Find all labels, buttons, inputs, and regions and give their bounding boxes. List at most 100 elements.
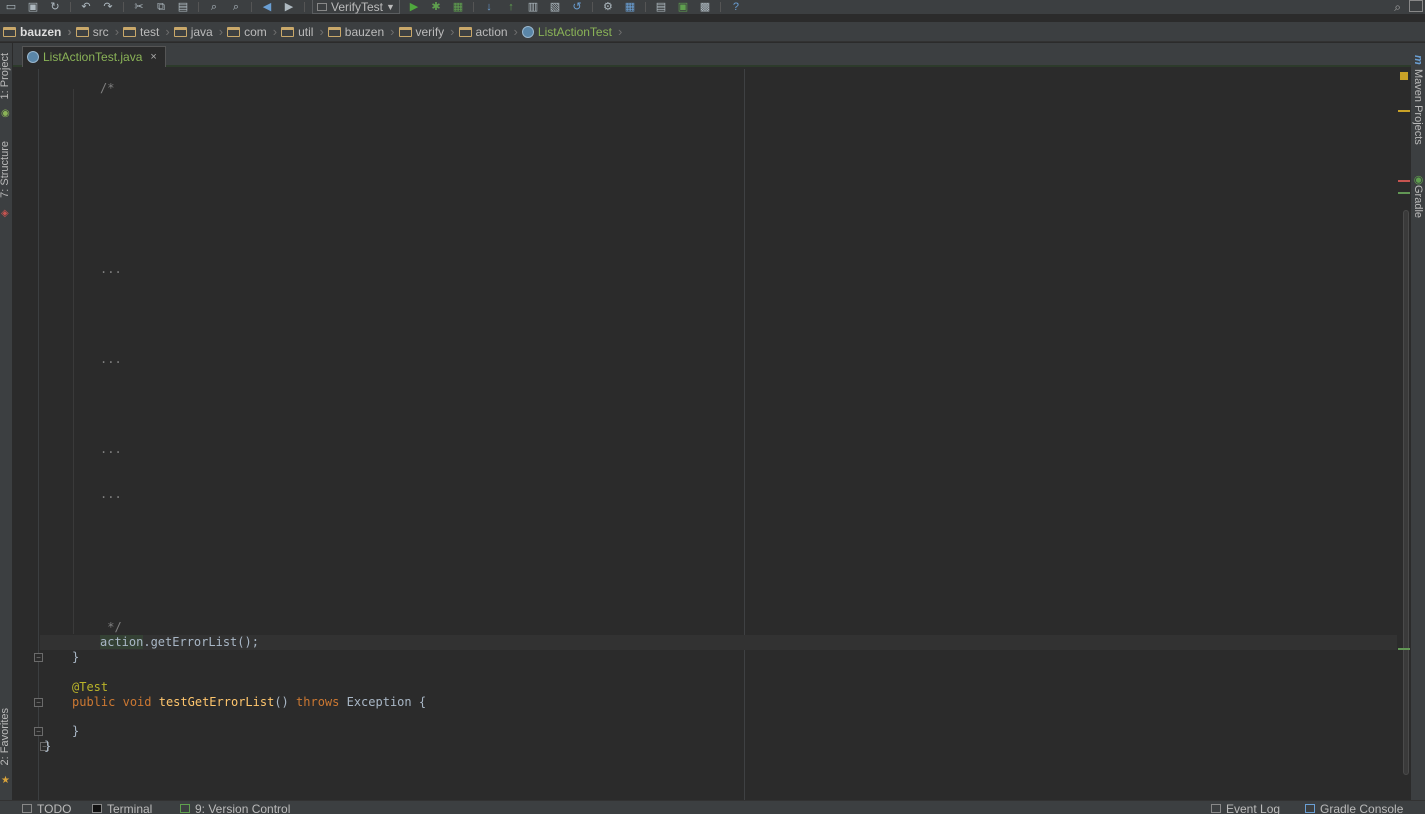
revert-icon[interactable]: ↺: [566, 0, 588, 14]
tool-window-structure[interactable]: 7: Structure: [0, 141, 11, 198]
breadcrumb-item-module[interactable]: bauzen ›: [3, 22, 76, 42]
maven-icon: m: [1412, 55, 1424, 65]
breadcrumb-item-com[interactable]: com ›: [227, 22, 281, 42]
code-annotation: @Test: [72, 680, 109, 694]
tool-window-favorites[interactable]: 2: Favorites: [0, 708, 11, 765]
breadcrumb-item-action[interactable]: action ›: [458, 22, 522, 42]
undo-icon[interactable]: ↶: [75, 0, 97, 14]
search-icon[interactable]: ⌕: [1394, 0, 1401, 14]
vcs-update-icon[interactable]: ↓: [478, 0, 500, 14]
vertical-scrollbar[interactable]: [1403, 210, 1409, 775]
tool-window-version-control[interactable]: 9: Version Control: [180, 802, 290, 814]
indent-guide: [73, 89, 74, 634]
breadcrumb-item-bauzen[interactable]: bauzen ›: [327, 22, 399, 42]
cut-icon[interactable]: ✂: [128, 0, 150, 14]
chevron-right-icon: ›: [114, 24, 120, 39]
code-comment-open: /*: [100, 81, 115, 95]
folder-icon: [173, 26, 187, 37]
folder-icon: [458, 26, 472, 37]
redo-icon[interactable]: ↷: [97, 0, 119, 14]
breadcrumb-item-java[interactable]: java ›: [173, 22, 227, 42]
tool-window-project[interactable]: 1: Project: [0, 53, 11, 99]
forward-icon[interactable]: ▶: [278, 0, 300, 14]
tool-window-label: TODO: [37, 801, 72, 814]
breadcrumb-item-verify[interactable]: verify ›: [398, 22, 459, 42]
vcs-commit-icon[interactable]: ↑: [500, 0, 522, 14]
code-keyword: void: [122, 695, 152, 709]
folder-icon: [123, 26, 137, 37]
tool-window-terminal[interactable]: Terminal: [92, 802, 152, 814]
sdk-icon[interactable]: ▤: [650, 0, 672, 14]
fold-marker-icon[interactable]: −: [34, 727, 43, 736]
chevron-right-icon: ›: [67, 24, 72, 39]
change-marker[interactable]: [1398, 192, 1410, 194]
open-icon[interactable]: ▭: [0, 0, 22, 14]
back-icon[interactable]: ◀: [256, 0, 278, 14]
folder-icon: [281, 26, 295, 37]
code-folded-block[interactable]: ...: [100, 352, 122, 367]
code-folded-block[interactable]: ...: [100, 442, 122, 457]
breadcrumb-label: bauzen: [20, 24, 62, 39]
breadcrumb-label: bauzen: [344, 24, 385, 39]
fold-marker-icon[interactable]: −: [34, 653, 43, 662]
code-params: (): [274, 695, 289, 709]
tool-window-todo[interactable]: TODO: [22, 802, 71, 814]
chevron-right-icon: ›: [513, 24, 518, 39]
tool-window-label: Gradle Console: [1320, 801, 1404, 814]
run-icon[interactable]: ▶: [403, 0, 425, 14]
error-marker-strip[interactable]: [1397, 69, 1411, 800]
editor-gutter[interactable]: [13, 69, 39, 800]
breadcrumb-item-src[interactable]: src ›: [75, 22, 123, 42]
folder-icon: [75, 26, 89, 37]
error-marker[interactable]: [1398, 180, 1410, 182]
folder-icon: [327, 26, 341, 37]
help-icon[interactable]: ?: [725, 0, 747, 14]
toolbar-separator: [472, 2, 474, 12]
device-icon[interactable]: ▩: [694, 0, 716, 14]
run-configuration-select[interactable]: VerifyTest ▼: [312, 0, 400, 14]
debug-icon[interactable]: ✱: [425, 0, 447, 14]
breadcrumb-item-class[interactable]: ListActionTest ›: [521, 22, 626, 42]
paste-icon[interactable]: ▤: [172, 0, 194, 14]
sync-icon[interactable]: ↻: [44, 0, 66, 14]
window-icon[interactable]: [1409, 0, 1423, 12]
breadcrumb-item-util[interactable]: util ›: [281, 22, 328, 42]
coverage-icon[interactable]: ▦: [447, 0, 469, 14]
close-icon[interactable]: ×: [150, 51, 156, 63]
save-icon[interactable]: ▣: [22, 0, 44, 14]
android-icon[interactable]: ▣: [672, 0, 694, 14]
code-brace: }: [72, 650, 80, 664]
toolbar-separator: [719, 2, 721, 12]
code-folded-block[interactable]: ...: [100, 487, 122, 502]
warning-indicator-icon[interactable]: [1400, 72, 1408, 80]
fold-marker-icon[interactable]: −: [34, 698, 43, 707]
compare-icon[interactable]: ▥: [522, 0, 544, 14]
replace-icon[interactable]: ⌕: [225, 0, 247, 14]
right-margin-guide: [744, 69, 745, 800]
change-marker[interactable]: [1398, 648, 1410, 650]
warning-marker[interactable]: [1398, 110, 1410, 112]
code-editor[interactable]: /* ... ... ... ... */ action.getErrorLis…: [13, 69, 1397, 800]
code-line-call: action.getErrorList();: [100, 635, 259, 650]
dropdown-icon: ▼: [386, 1, 395, 12]
tool-window-gradle[interactable]: Gradle: [1412, 185, 1424, 218]
tool-window-maven[interactable]: Maven Projects: [1412, 69, 1424, 145]
toolbar-separator: [70, 2, 71, 12]
chevron-right-icon: ›: [165, 24, 170, 39]
breadcrumb-label: com: [244, 24, 267, 39]
chevron-right-icon: ›: [319, 24, 324, 39]
code-keyword: public: [72, 695, 116, 709]
breadcrumb-item-test[interactable]: test ›: [123, 22, 174, 42]
tool-window-gradle-console[interactable]: Gradle Console: [1305, 802, 1403, 814]
structure-icon[interactable]: ▦: [619, 0, 641, 14]
toolbar-separator: [123, 2, 124, 12]
breadcrumb-label: test: [140, 24, 160, 39]
find-icon[interactable]: ⌕: [203, 0, 225, 14]
history-icon[interactable]: ▧: [544, 0, 566, 14]
tab-listactiontest[interactable]: ListActionTest.java ×: [22, 46, 166, 67]
settings-icon[interactable]: ⚙: [597, 0, 619, 14]
code-folded-block[interactable]: ...: [100, 262, 122, 277]
copy-icon[interactable]: ⧉: [150, 0, 172, 14]
tool-window-event-log[interactable]: Event Log: [1211, 802, 1280, 814]
chevron-right-icon: ›: [450, 24, 455, 39]
